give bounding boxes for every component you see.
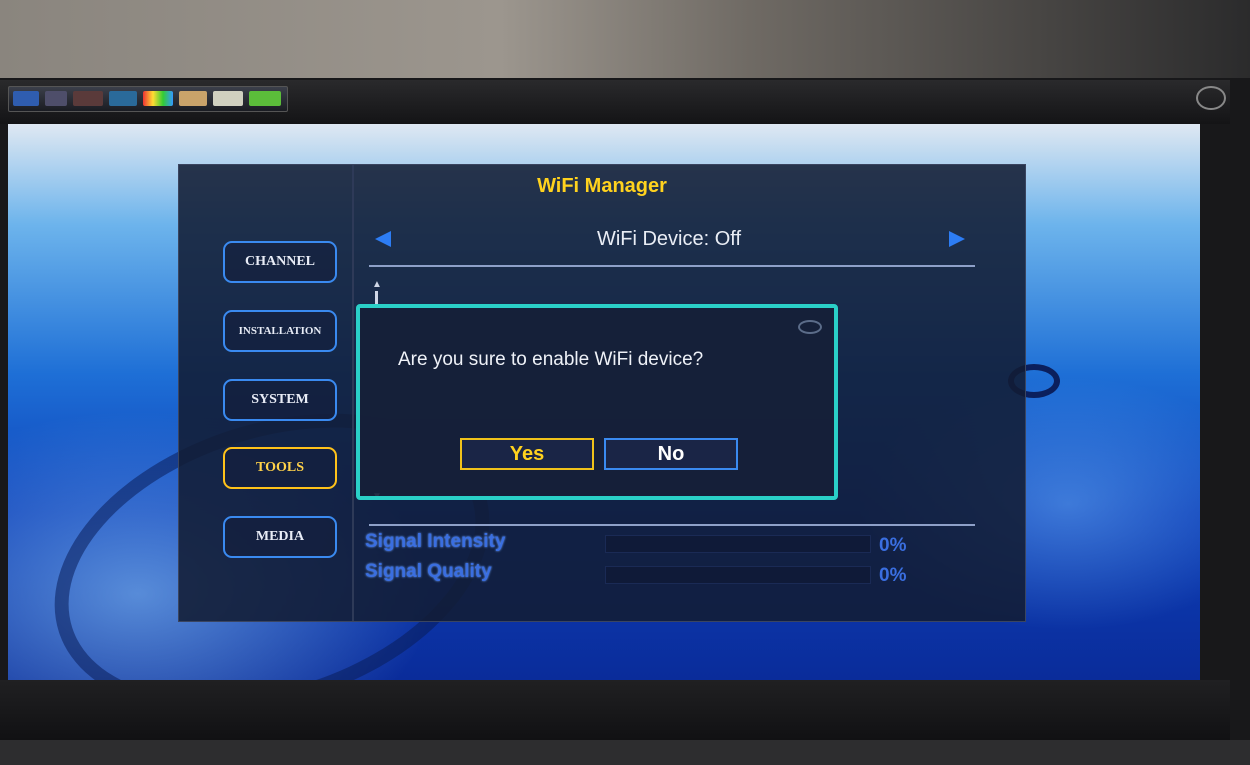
taskbar-icon — [45, 91, 67, 106]
taskbar-icon — [179, 91, 207, 106]
header-divider — [369, 265, 975, 267]
menu-item-installation[interactable]: INSTALLATION — [223, 310, 337, 352]
wifi-device-status[interactable]: WiFi Device: Off — [409, 228, 929, 251]
taskbar-icon — [73, 91, 103, 106]
scrollbar-thumb[interactable] — [375, 291, 378, 305]
signal-quality-bar — [605, 566, 871, 584]
taskbar-icon — [249, 91, 281, 106]
dialog-message: Are you sure to enable WiFi device? — [398, 349, 704, 370]
signal-quality-label: Signal Quality — [365, 561, 492, 582]
scroll-up-icon: ▲ — [372, 279, 382, 290]
signal-intensity-value: 0% — [879, 535, 907, 556]
taskbar-icon — [213, 91, 243, 106]
pc-taskbar-strip — [8, 86, 288, 112]
monitor-bezel-bottom — [0, 680, 1230, 740]
footer-divider — [369, 524, 975, 526]
dialog-reflection — [798, 320, 822, 334]
background-wall — [0, 0, 1250, 90]
signal-intensity-bar — [605, 535, 871, 553]
yes-button[interactable]: Yes — [460, 438, 594, 470]
menu-divider — [352, 165, 354, 621]
menu-item-channel[interactable]: CHANNEL — [223, 241, 337, 283]
monitor-brand-badge — [1196, 86, 1226, 110]
no-button[interactable]: No — [604, 438, 738, 470]
signal-intensity-label: Signal Intensity — [365, 531, 506, 552]
right-arrow-icon[interactable] — [949, 231, 965, 247]
menu-item-system[interactable]: SYSTEM — [223, 379, 337, 421]
taskbar-icon — [13, 91, 39, 106]
confirm-dialog: Are you sure to enable WiFi device? Yes … — [356, 304, 838, 500]
signal-quality-value: 0% — [879, 565, 907, 586]
taskbar-icon — [143, 91, 173, 106]
monitor-stand-area — [0, 740, 1250, 765]
menu-item-media[interactable]: MEDIA — [223, 516, 337, 558]
taskbar-icon — [109, 91, 137, 106]
page-title: WiFi Manager — [537, 175, 667, 197]
left-arrow-icon[interactable] — [375, 231, 391, 247]
menu-item-tools[interactable]: TOOLS — [223, 447, 337, 489]
